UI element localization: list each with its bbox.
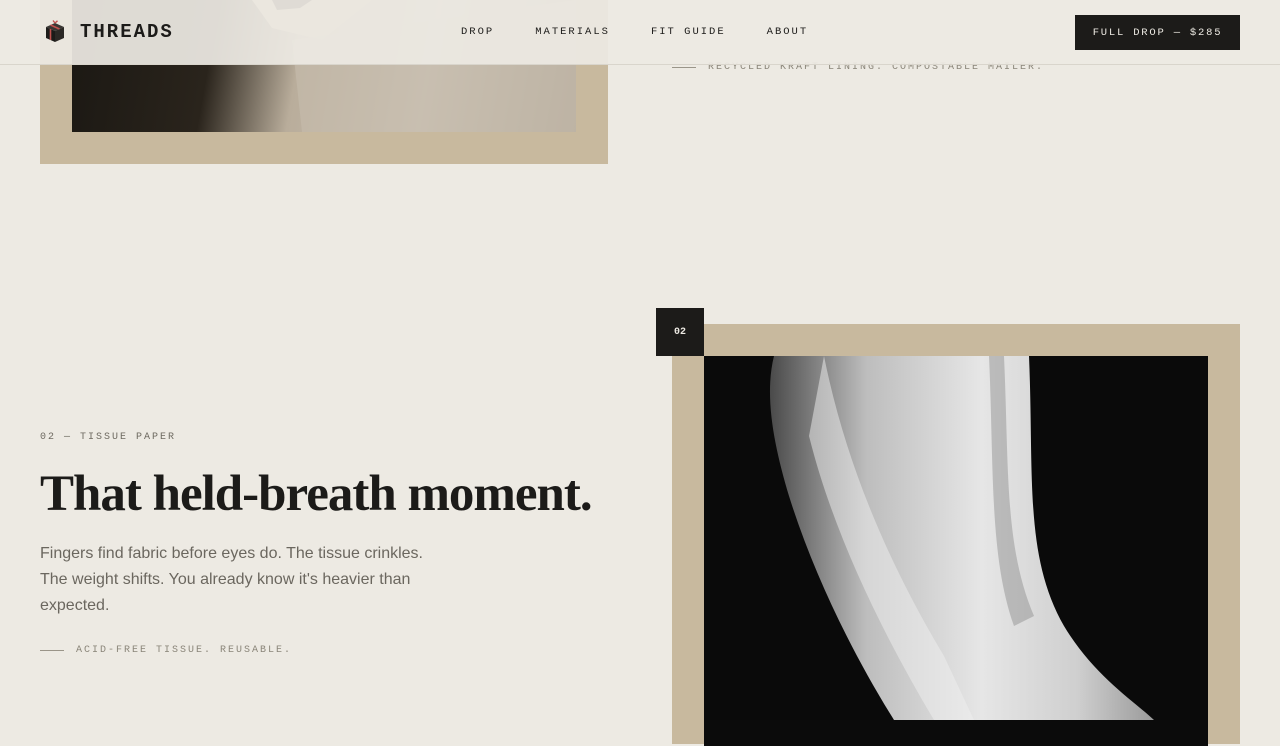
- tissue-caption: ACID-FREE TISSUE. REUSABLE.: [40, 645, 292, 656]
- gift-box-icon: [44, 20, 67, 43]
- tissue-image-frame: [672, 324, 1240, 746]
- section-eyebrow: 02 — TISSUE PAPER: [40, 432, 177, 443]
- brand-name: THREADS: [80, 20, 174, 43]
- section-body: Fingers find fabric before eyes do. The …: [40, 545, 423, 614]
- nav-drop[interactable]: DROP: [461, 26, 494, 38]
- nav-fit-guide[interactable]: FIT GUIDE: [651, 26, 726, 38]
- caption-rule: [672, 67, 696, 68]
- section-heading: That held-breath moment.: [40, 466, 593, 522]
- section-number-badge: 02: [656, 308, 704, 356]
- main-nav: DROP MATERIALS FIT GUIDE ABOUT: [461, 26, 849, 38]
- caption-rule: [40, 650, 64, 651]
- tissue-paper-photo: [704, 356, 1208, 746]
- tissue-caption-text: ACID-FREE TISSUE. REUSABLE.: [76, 645, 293, 656]
- site-header: THREADS DROP MATERIALS FIT GUIDE ABOUT F…: [0, 0, 1280, 65]
- logo[interactable]: THREADS: [44, 20, 174, 43]
- full-drop-button[interactable]: FULL DROP — $285: [1075, 15, 1240, 50]
- nav-materials[interactable]: MATERIALS: [535, 26, 610, 38]
- nav-about[interactable]: ABOUT: [767, 26, 809, 38]
